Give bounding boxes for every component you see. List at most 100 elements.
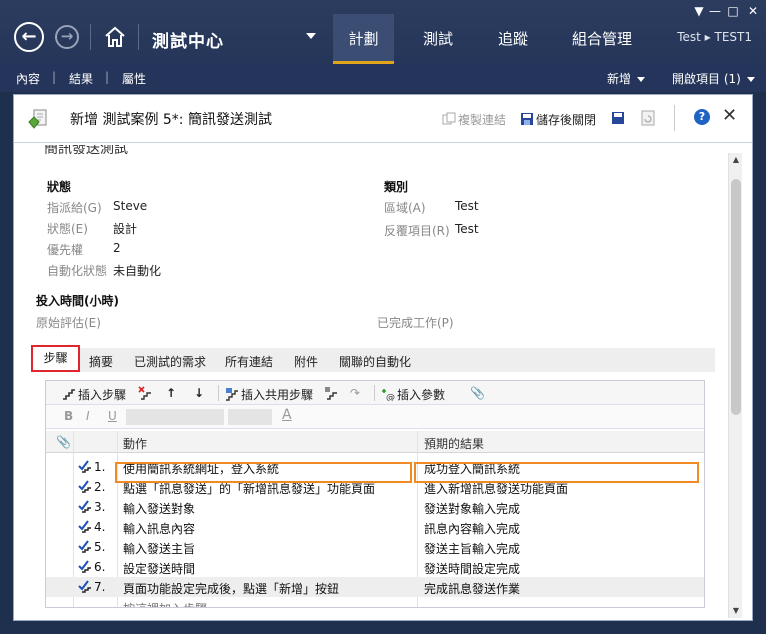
app-menu-caret-icon[interactable] [306,33,316,39]
home-divider [138,24,139,50]
priority-label: 優先權 [47,243,84,257]
tab-attachments[interactable]: 附件 [294,353,318,370]
tab-associated-automation[interactable]: 關聯的自動化 [339,353,411,370]
svg-text:@: @ [386,393,395,401]
close-window-icon[interactable]: ✕ [744,4,762,18]
attachment-icon[interactable]: 📎 [470,386,485,400]
add-step-icon [78,600,92,608]
expected-column-header[interactable]: 預期的結果 [424,435,484,452]
step-icon [78,580,91,593]
tab-portfolio[interactable]: 組合管理 [562,14,642,64]
open-items-dropdown[interactable]: 開啟項目 (1) [672,70,755,87]
tab-test[interactable]: 測試 [410,14,466,64]
assigned-to-value[interactable]: Steve [113,199,147,213]
close-icon[interactable]: ✕ [722,105,737,126]
priority-value[interactable]: 2 [113,241,121,255]
step-row[interactable]: 7. 頁面功能設定完成後，點選「新增」按鈕 完成訊息發送作業 [46,577,704,597]
move-up-icon[interactable]: ↑ [166,386,176,400]
area-label: 區域(A) [384,201,426,215]
font-family-select[interactable] [126,409,224,425]
new-dropdown[interactable]: 新增 [607,70,646,87]
move-down-icon[interactable]: ↓ [194,386,204,400]
step-row[interactable]: 3. 輸入發送對象 發送對象輸入完成 [46,497,704,517]
step-action[interactable]: 設定發送時間 [123,560,195,577]
area-value[interactable]: Test [455,199,479,213]
home-icon[interactable] [103,25,127,49]
maximize-icon[interactable]: □ [724,4,742,18]
save-icon[interactable] [611,111,625,125]
tab-steps[interactable]: 步驟 [31,345,80,372]
work-item-header: 新增 測試案例 5*: 簡訊發送測試 複製連結 儲存後關閉 ? ✕ [14,95,752,143]
user-context[interactable]: Test ▸ TEST1 [677,30,752,44]
iteration-value[interactable]: Test [455,222,479,236]
create-shared-steps-glyph [325,387,337,400]
tab-plan[interactable]: 計劃 [333,14,394,64]
step-action[interactable]: 輸入訊息內容 [123,520,195,537]
scroll-down-icon[interactable]: ▼ [729,604,743,618]
copy-link-button[interactable]: 複製連結 [442,111,506,128]
tab-all-links[interactable]: 所有連結 [225,353,273,370]
italic-button[interactable]: I [86,409,90,423]
subnav-properties[interactable]: 屬性 [122,70,146,87]
copy-link-icon [442,112,456,125]
refresh-icon[interactable] [641,110,655,126]
save-and-close-button[interactable]: 儲存後關閉 [520,111,596,128]
insert-parameter-button[interactable]: @ 插入參數 [381,386,445,403]
category-section-title: 類別 [384,180,409,194]
step-action[interactable]: 輸入發送對象 [123,500,195,517]
title-field-text: 簡訊發送測試 [44,145,128,157]
help-icon[interactable]: ? [694,109,710,125]
step-expected[interactable]: 完成訊息發送作業 [424,580,520,597]
add-step-placeholder[interactable]: 按這裡加入步驟 [123,600,207,607]
insert-shared-steps-button[interactable]: 插入共用步驟 [225,386,313,403]
step-action[interactable]: 頁面功能設定完成後，點選「新增」按鈕 [123,580,339,597]
delete-step-glyph [138,386,151,400]
font-size-select[interactable] [228,409,272,425]
grid-header: 📎 動作 預期的結果 [46,431,704,453]
automation-status-label: 自動化狀態 [47,264,108,278]
delete-step-icon[interactable] [138,386,154,401]
insert-step-icon [63,389,75,400]
sub-nav: 內容 | 結果 | 屬性 新增 開啟項目 (1) [0,64,766,92]
header-divider [674,105,675,131]
status-section-title: 狀態 [47,180,72,194]
form-tab-strip: 摘要 已測試的需求 所有連結 附件 關聯的自動化 [31,348,715,372]
step-expected[interactable]: 訊息內容輸入完成 [424,520,520,537]
test-case-icon [28,109,47,129]
vertical-scrollbar[interactable]: ▲ ▼ [728,153,742,618]
minimize-icon[interactable]: — [706,4,724,18]
save-close-icon [521,113,533,125]
bold-button[interactable]: B [64,409,73,423]
create-shared-steps-icon[interactable] [324,386,340,401]
step-expected[interactable]: 發送對象輸入完成 [424,500,520,517]
subnav-results[interactable]: 結果 [69,70,93,87]
title-field-cut: 簡訊發送測試 [44,145,128,157]
font-color-button[interactable]: A [282,407,292,423]
assigned-to-label: 指派給(G) [47,201,102,215]
add-step-row[interactable]: 按這裡加入步驟 [46,597,704,608]
chevron-down-icon [746,77,755,82]
scroll-thumb[interactable] [731,179,741,415]
action-column-header[interactable]: 動作 [123,435,147,452]
tab-track[interactable]: 追蹤 [484,14,542,64]
state-value[interactable]: 設計 [113,220,137,237]
step-icon [78,540,91,553]
scroll-up-icon[interactable]: ▲ [729,153,743,167]
back-arrow-icon[interactable]: ← [14,22,44,52]
step-row[interactable]: 6. 設定發送時間 發送時間設定完成 [46,557,704,577]
toolbar-divider [218,385,219,401]
redo-icon[interactable]: ↷ [350,386,360,400]
subnav-contents[interactable]: 內容 [16,70,40,87]
tab-tested-requirements[interactable]: 已測試的需求 [134,353,206,370]
underline-button[interactable]: U [108,409,117,423]
insert-shared-steps-label: 插入共用步驟 [241,388,314,402]
step-expected[interactable]: 發送主旨輸入完成 [424,540,520,557]
automation-status-value[interactable]: 未自動化 [113,262,161,279]
forward-arrow-icon[interactable]: → [55,25,79,49]
step-row[interactable]: 4. 輸入訊息內容 訊息內容輸入完成 [46,517,704,537]
step-row[interactable]: 5. 輸入發送主旨 發送主旨輸入完成 [46,537,704,557]
step-expected[interactable]: 發送時間設定完成 [424,560,520,577]
insert-step-button[interactable]: 插入步驟 [62,386,126,403]
tab-summary[interactable]: 摘要 [89,353,113,370]
step-action[interactable]: 輸入發送主旨 [123,540,195,557]
